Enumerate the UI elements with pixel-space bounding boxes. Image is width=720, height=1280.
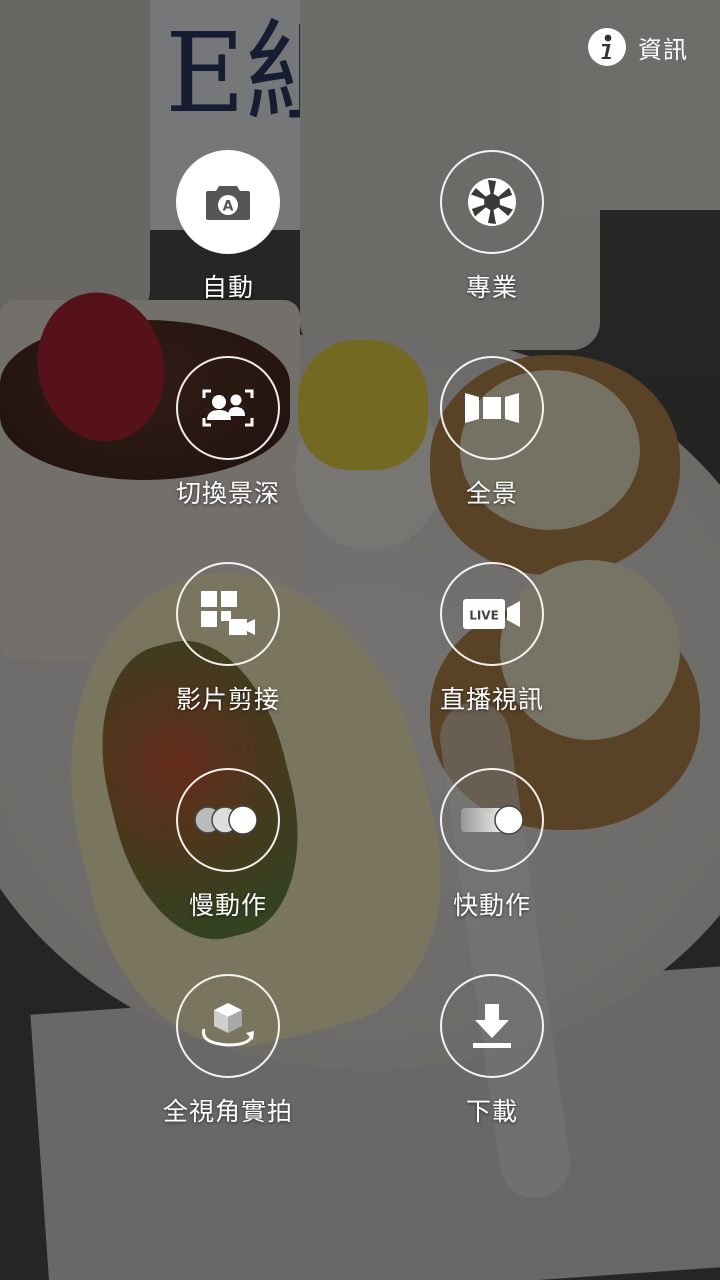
slow-motion-icon	[192, 804, 264, 836]
mode-virtual-shot-circle[interactable]	[176, 974, 280, 1078]
live-broadcast-icon: LIVE	[462, 598, 522, 630]
video-collage-icon	[199, 589, 257, 639]
mode-auto-label: 自動	[201, 273, 254, 302]
mode-panorama-circle[interactable]	[440, 356, 544, 460]
mode-slow-motion-circle[interactable]	[176, 768, 280, 872]
mode-virtual-shot-label: 全視角實拍	[162, 1097, 293, 1126]
svg-text:A: A	[223, 199, 234, 215]
mode-video-collage[interactable]: 影片剪接	[128, 562, 328, 716]
auto-camera-icon: A	[204, 182, 252, 222]
preview-dim-overlay	[0, 0, 720, 1280]
mode-selective-focus-circle[interactable]	[176, 356, 280, 460]
mode-download-circle[interactable]	[440, 974, 544, 1078]
mode-slow-motion[interactable]: 慢動作	[128, 768, 328, 922]
info-icon	[588, 28, 626, 66]
mode-live-broadcast[interactable]: LIVE 直播視訊	[392, 562, 592, 716]
mode-live-broadcast-circle[interactable]: LIVE	[440, 562, 544, 666]
mode-auto[interactable]: A 自動	[128, 150, 328, 304]
aperture-icon	[466, 176, 518, 228]
mode-auto-circle[interactable]: A	[176, 150, 280, 254]
mode-download-label: 下載	[465, 1097, 518, 1126]
mode-download[interactable]: 下載	[392, 974, 592, 1128]
live-badge-text: LIVE	[469, 609, 499, 623]
mode-panorama[interactable]: 全景	[392, 356, 592, 510]
mode-selective-focus[interactable]: 切換景深	[128, 356, 328, 510]
mode-hyperlapse-circle[interactable]	[440, 768, 544, 872]
mode-pro[interactable]: 專業	[392, 150, 592, 304]
mode-pro-circle[interactable]	[440, 150, 544, 254]
mode-live-broadcast-label: 直播視訊	[439, 685, 544, 714]
info-button[interactable]: 資訊	[588, 28, 688, 66]
mode-hyperlapse-label: 快動作	[452, 891, 531, 920]
hyperlapse-icon	[457, 804, 527, 836]
mode-selective-focus-label: 切換景深	[175, 479, 280, 508]
mode-virtual-shot[interactable]: 全視角實拍	[128, 974, 328, 1128]
mode-pro-label: 專業	[465, 273, 518, 302]
panorama-icon	[463, 391, 521, 425]
camera-mode-screen: E組 資訊	[0, 0, 720, 1280]
mode-slow-motion-label: 慢動作	[188, 891, 267, 920]
mode-video-collage-circle[interactable]	[176, 562, 280, 666]
selective-focus-icon	[200, 386, 256, 430]
mode-hyperlapse[interactable]: 快動作	[392, 768, 592, 922]
info-label: 資訊	[638, 35, 688, 64]
mode-panorama-label: 全景	[465, 479, 518, 508]
mode-video-collage-label: 影片剪接	[175, 685, 280, 714]
download-icon	[470, 1002, 514, 1050]
virtual-shot-icon	[196, 999, 260, 1053]
